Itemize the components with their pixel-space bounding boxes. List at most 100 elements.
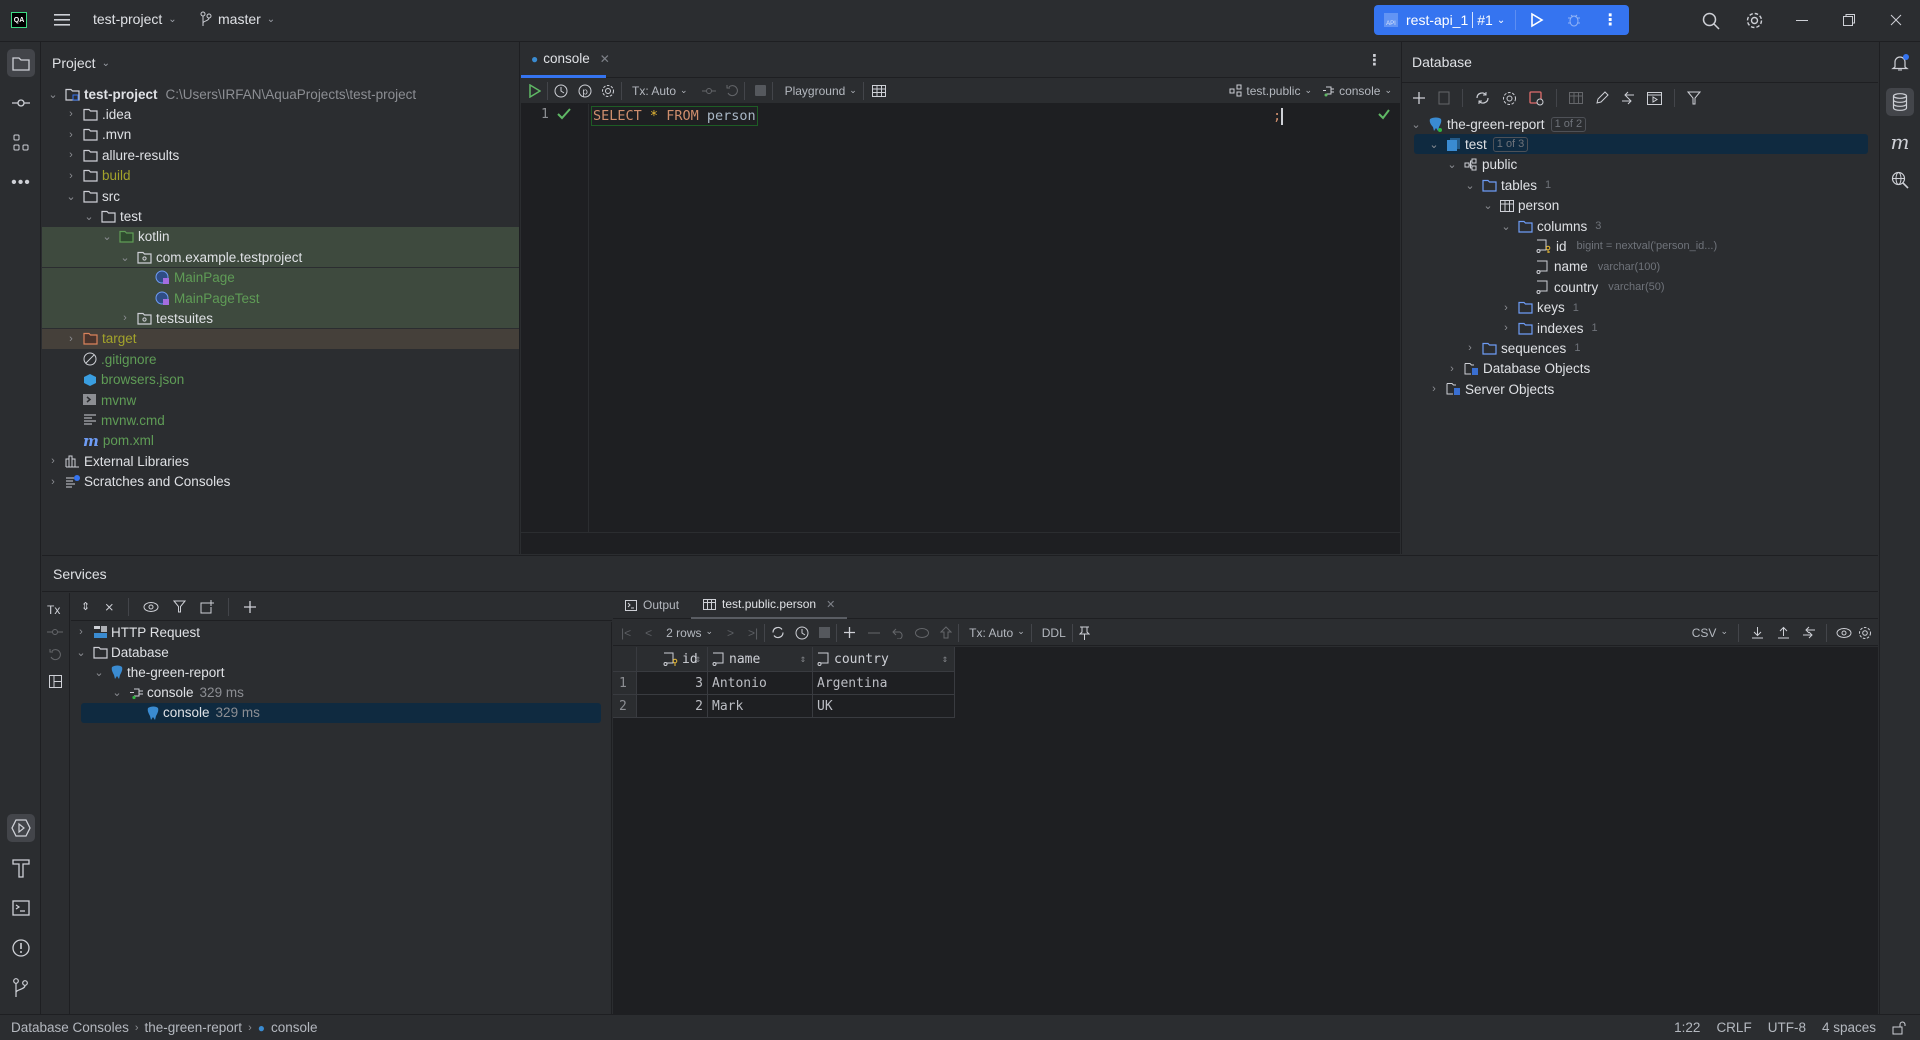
tree-item[interactable]: › testsuites — [42, 308, 519, 329]
tx-mode-dropdown[interactable]: Tx: Auto ⌄ — [969, 626, 1025, 640]
tree-item[interactable]: › Server Objects — [1402, 379, 1878, 399]
settings-gear-icon[interactable] — [1502, 91, 1517, 106]
chevron-down-icon[interactable]: ⌄ — [91, 666, 107, 679]
breadcrumb-item[interactable]: Database Consoles — [11, 1020, 129, 1035]
tree-item[interactable]: ⌄ public — [1402, 155, 1878, 175]
tree-item[interactable]: name varchar(100) — [1402, 257, 1878, 277]
sort-icon[interactable]: ⇕ — [695, 654, 701, 665]
build-tool-button[interactable] — [7, 854, 35, 882]
settings-gear-icon[interactable] — [1858, 626, 1872, 640]
sort-icon[interactable]: ⇕ — [800, 654, 806, 665]
git-tool-button[interactable] — [7, 974, 35, 1002]
chevron-right-icon[interactable]: › — [1462, 342, 1478, 354]
collapse-all-icon[interactable]: ⨯ — [104, 600, 114, 614]
grid-cell-country[interactable]: UK — [813, 695, 955, 718]
chevron-right-icon[interactable]: › — [117, 312, 133, 324]
column-header[interactable]: country ⇕ — [813, 647, 955, 672]
tree-item[interactable]: ⌄ src — [42, 186, 519, 206]
grid-cell-country[interactable]: Argentina — [813, 672, 955, 695]
layout-icon[interactable] — [49, 675, 62, 688]
expand-all-icon[interactable]: ⇕ — [81, 600, 90, 613]
chevron-down-icon[interactable]: ⌄ — [73, 646, 89, 659]
more-tools-button[interactable]: ••• — [7, 169, 35, 197]
tx-mode-dropdown[interactable]: Tx: Auto ⌄ — [632, 84, 688, 98]
view-options-icon[interactable] — [1836, 627, 1852, 639]
tree-item[interactable]: ⌄ kotlin — [42, 226, 519, 247]
refresh-icon[interactable] — [771, 626, 785, 639]
settings-gear-icon[interactable] — [601, 84, 615, 98]
database-tool-button[interactable] — [1886, 88, 1914, 116]
row-number[interactable]: 1 — [613, 672, 637, 695]
service-item[interactable]: ⌄ Database — [71, 642, 611, 662]
main-menu-icon[interactable] — [54, 12, 72, 28]
pin-tab-icon[interactable] — [1078, 626, 1090, 640]
close-window-button[interactable] — [1890, 14, 1902, 26]
chevron-right-icon[interactable]: › — [63, 333, 79, 345]
sort-icon[interactable]: ⇕ — [942, 654, 948, 665]
services-tool-button[interactable] — [7, 814, 35, 842]
code-area[interactable]: 1 SELECT * FROM person ; ; — [521, 104, 1400, 554]
upload-icon[interactable] — [1777, 626, 1790, 639]
grid-cell-id[interactable]: 2 — [637, 695, 708, 718]
tree-item[interactable]: › External Libraries — [42, 451, 519, 471]
chevron-right-icon[interactable]: › — [63, 108, 79, 120]
new-group-icon[interactable] — [200, 599, 215, 614]
table-view-icon[interactable] — [871, 84, 886, 97]
chevron-right-icon[interactable]: › — [1498, 322, 1514, 334]
tree-item[interactable]: .gitignore — [42, 349, 519, 369]
tree-item[interactable]: › Scratches and Consoles — [42, 472, 519, 492]
filter-icon[interactable] — [173, 600, 187, 613]
structure-tool-button[interactable] — [7, 129, 35, 157]
rows-dropdown[interactable]: 2 rows ⌄ — [666, 626, 713, 640]
tree-item[interactable]: browsers.json — [42, 370, 519, 390]
restore-button[interactable] — [1843, 14, 1855, 26]
add-datasource-icon[interactable] — [1412, 91, 1426, 105]
chevron-down-icon[interactable]: ⌄ — [99, 230, 115, 243]
tree-item[interactable]: › allure-results — [42, 145, 519, 165]
service-item[interactable]: ⌄ console 329 ms — [71, 683, 611, 703]
column-header[interactable]: name ⇕ — [708, 647, 813, 672]
tree-item-selected[interactable]: ⌄ test 1 of 3 — [1414, 134, 1868, 155]
debug-button[interactable] — [1566, 12, 1582, 28]
tree-item[interactable]: ⌄ person — [1402, 196, 1878, 216]
tree-item[interactable]: › Database Objects — [1402, 359, 1878, 379]
tree-item[interactable]: m pom.xml — [42, 431, 519, 451]
tree-item[interactable]: › .idea — [42, 104, 519, 124]
caret-position[interactable]: 1:22 — [1674, 1020, 1700, 1035]
commit-tool-button[interactable] — [7, 89, 35, 117]
parameters-icon[interactable]: p — [578, 84, 592, 98]
chevron-right-icon[interactable]: › — [63, 149, 79, 161]
chevron-down-icon[interactable]: ⌄ — [117, 251, 133, 264]
file-encoding[interactable]: UTF-8 — [1768, 1020, 1806, 1035]
chevron-down-icon[interactable]: ⌄ — [81, 210, 97, 223]
filter-icon[interactable] — [1687, 91, 1701, 105]
chevron-down-icon[interactable]: ⌄ — [63, 190, 79, 203]
tree-item[interactable]: MainPageTest — [42, 288, 519, 308]
project-selector[interactable]: test-project ⌄ — [93, 11, 177, 27]
editor-more-icon[interactable]: ⋮ — [1367, 51, 1382, 69]
chevron-down-icon[interactable]: ⌄ — [1408, 118, 1424, 131]
edit-pencil-icon[interactable] — [1595, 91, 1609, 105]
chevron-right-icon[interactable]: › — [1498, 302, 1514, 314]
chevron-right-icon[interactable]: › — [45, 476, 61, 488]
inspection-ok-icon[interactable] — [1378, 109, 1390, 120]
export-format-dropdown[interactable]: CSV ⌄ — [1692, 626, 1728, 640]
tree-item[interactable]: ⌄ test — [42, 206, 519, 226]
chevron-down-icon[interactable]: ⌄ — [1426, 138, 1442, 151]
grid-cell-name[interactable]: Mark — [708, 695, 813, 718]
line-separator[interactable]: CRLF — [1716, 1020, 1751, 1035]
ddl-button[interactable]: DDL — [1042, 626, 1066, 640]
tree-item[interactable]: id bigint = nextval('person_id...) — [1402, 236, 1878, 256]
history-icon[interactable] — [795, 626, 809, 640]
project-tool-button[interactable] — [7, 49, 35, 77]
show-icon[interactable] — [143, 601, 159, 613]
tree-item[interactable]: ⌄ tables 1 — [1402, 175, 1878, 195]
row-number[interactable]: 2 — [613, 695, 637, 718]
add-service-icon[interactable] — [243, 600, 257, 614]
session-selector[interactable]: console ⌄ — [1322, 84, 1392, 98]
tree-item[interactable]: mvnw.cmd — [42, 410, 519, 430]
tree-item[interactable]: › sequences 1 — [1402, 338, 1878, 358]
schema-selector[interactable]: test.public ⌄ — [1229, 84, 1312, 98]
tree-item[interactable]: mvnw — [42, 390, 519, 410]
terminal-tool-button[interactable] — [7, 894, 35, 922]
